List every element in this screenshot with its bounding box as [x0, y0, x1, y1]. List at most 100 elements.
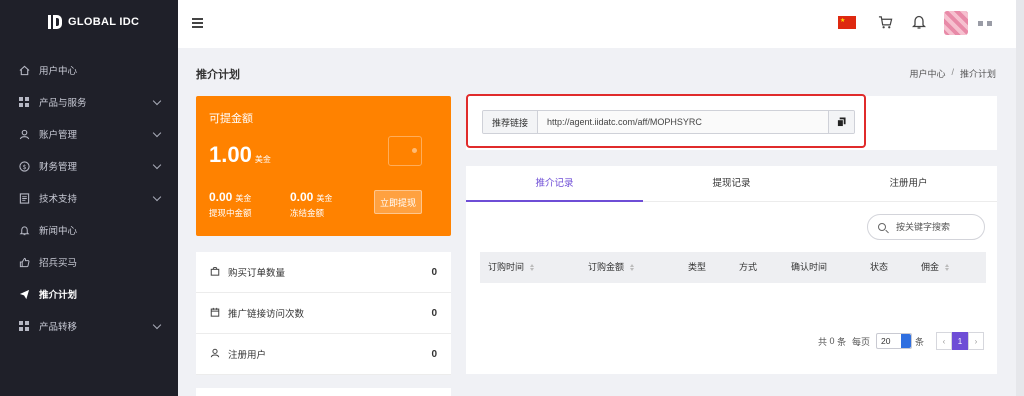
page-button[interactable]: 1: [952, 332, 968, 350]
menu-toggle-icon[interactable]: [192, 18, 203, 28]
list-item: 注册用户 0: [196, 334, 451, 375]
bell-icon[interactable]: [911, 14, 927, 33]
balance-card: 可提金额 1.00 美金 0.00 美金 提现中金额 0.00 美金 冻结金额 立即提…: [196, 96, 451, 236]
list-item: 购买订单数量 0: [196, 252, 451, 293]
pagination-total: 共 0 条: [818, 336, 847, 347]
tab-referral-records[interactable]: 推介记录: [466, 166, 643, 202]
sidebar-item-label: 推介计划: [39, 290, 78, 301]
pending-amount: 0.00 美金 提现中金额: [209, 190, 252, 218]
china-flag-icon[interactable]: [838, 16, 856, 29]
user-icon: [210, 348, 222, 361]
search-icon: [878, 223, 886, 231]
balance-unit: 美金: [254, 155, 271, 164]
sidebar-item-label: 新闻中心: [39, 226, 78, 237]
sidebar-item-account[interactable]: 账户管理: [0, 118, 178, 150]
calendar-icon: [210, 307, 222, 320]
home-icon: [18, 64, 30, 76]
per-page-label: 每页: [852, 336, 871, 347]
chevron-down-icon: [152, 192, 162, 201]
document-icon: [18, 192, 30, 204]
balance-amount: 1.00 美金: [209, 142, 271, 167]
sidebar-item-products[interactable]: 产品与服务: [0, 86, 178, 118]
chevron-down-icon: [152, 128, 162, 137]
brand-name: GLOBAL IDC: [68, 16, 140, 28]
cart-icon[interactable]: [878, 15, 893, 33]
sidebar-nav: 用户中心 产品与服务 账户管理 $ 财务管理 技术支持 新闻中心 招兵买马 推介…: [0, 54, 178, 342]
bag-icon: [210, 266, 222, 279]
tab-registered-users[interactable]: 注册用户: [820, 166, 997, 201]
tab-withdraw-records[interactable]: 提现记录: [643, 166, 820, 201]
sidebar-item-label: 招兵买马: [39, 258, 78, 269]
stat-label: 注册用户: [228, 350, 267, 361]
breadcrumb: 用户中心 / 推介计划: [909, 67, 996, 80]
next-page-button[interactable]: ›: [968, 332, 984, 350]
search-input[interactable]: [896, 222, 976, 232]
sidebar-item-label: 产品与服务: [39, 98, 87, 109]
sidebar-item-recruit[interactable]: 招兵买马: [0, 246, 178, 278]
sidebar-item-label: 技术支持: [39, 194, 78, 205]
bell-icon: [18, 224, 30, 236]
column-header[interactable]: 佣金: [921, 252, 950, 283]
chevron-updown-icon: [901, 334, 911, 348]
sidebar-item-label: 用户中心: [39, 66, 78, 77]
column-header[interactable]: 订购金额: [588, 252, 635, 283]
stat-label: 推广链接访问次数: [228, 309, 305, 320]
sidebar: GLOBAL IDC 用户中心 产品与服务 账户管理 $ 财务管理 技术支持 新…: [0, 0, 178, 396]
column-header[interactable]: 订购时间: [488, 252, 535, 283]
list-item: 推广链接访问次数 0: [196, 293, 451, 334]
page-title: 推介计划: [196, 69, 240, 81]
prev-page-button[interactable]: ‹: [936, 332, 952, 350]
column-header: 类型: [688, 262, 707, 272]
chevron-down-icon: [152, 320, 162, 329]
column-header: 状态: [870, 262, 889, 272]
sort-icon[interactable]: [630, 264, 635, 271]
sidebar-item-label: 产品转移: [39, 322, 78, 333]
stat-value: 0: [431, 348, 437, 360]
sidebar-item-news[interactable]: 新闻中心: [0, 214, 178, 246]
column-header: 方式: [739, 262, 758, 272]
records-tabs: 推介记录 提现记录 注册用户: [466, 166, 997, 202]
stat-value: 0: [431, 307, 437, 319]
column-header: 确认时间: [791, 262, 828, 272]
records-panel: 推介记录 提现记录 注册用户 订购时间 订购金额 类型 方式 确认时间 状态 佣…: [466, 166, 997, 374]
chevron-down-icon: [152, 160, 162, 169]
withdraw-button[interactable]: 立即提现: [374, 190, 422, 214]
stat-label: 购买订单数量: [228, 268, 286, 279]
sidebar-item-transfer[interactable]: 产品转移: [0, 310, 178, 342]
dollar-icon: $: [18, 160, 30, 172]
sidebar-item-user-center[interactable]: 用户中心: [0, 54, 178, 86]
table-header: 订购时间 订购金额 类型 方式 确认时间 状态 佣金: [480, 252, 986, 283]
per-page-suffix: 条: [915, 336, 925, 347]
thumbs-up-icon: [18, 256, 30, 268]
sort-icon[interactable]: [530, 264, 535, 271]
search-box[interactable]: [867, 214, 985, 240]
sort-icon[interactable]: [945, 264, 950, 271]
grid-icon: [18, 320, 30, 332]
referral-stats: 购买订单数量 0 推广链接访问次数 0 注册用户 0: [196, 252, 451, 375]
sidebar-item-label: 财务管理: [39, 162, 78, 173]
svg-text:$: $: [22, 162, 26, 170]
stat-value: 0: [431, 266, 437, 278]
brand-logo[interactable]: GLOBAL IDC: [0, 0, 178, 44]
send-icon: [18, 288, 30, 300]
per-page-select[interactable]: 20: [876, 333, 912, 349]
scrollbar[interactable]: [1016, 0, 1024, 396]
frozen-amount: 0.00 美金 冻结金额: [290, 190, 333, 218]
topbar: [178, 0, 1016, 48]
sidebar-item-finance[interactable]: $ 财务管理: [0, 150, 178, 182]
breadcrumb-current: 推介计划: [959, 69, 996, 79]
chevron-down-icon: [152, 96, 162, 105]
user-icon: [18, 128, 30, 140]
sidebar-item-support[interactable]: 技术支持: [0, 182, 178, 214]
highlight-annotation: [466, 94, 866, 148]
grid-icon: [18, 96, 30, 108]
card-bottom: [196, 388, 451, 396]
user-menu-icon[interactable]: [978, 21, 992, 26]
balance-heading: 可提金额: [209, 113, 253, 125]
wallet-icon: [388, 136, 422, 166]
breadcrumb-separator: /: [951, 67, 954, 77]
sidebar-item-referral[interactable]: 推介计划: [0, 278, 178, 310]
logo-icon: [48, 15, 62, 29]
breadcrumb-home[interactable]: 用户中心: [909, 67, 945, 80]
avatar[interactable]: [944, 11, 968, 35]
